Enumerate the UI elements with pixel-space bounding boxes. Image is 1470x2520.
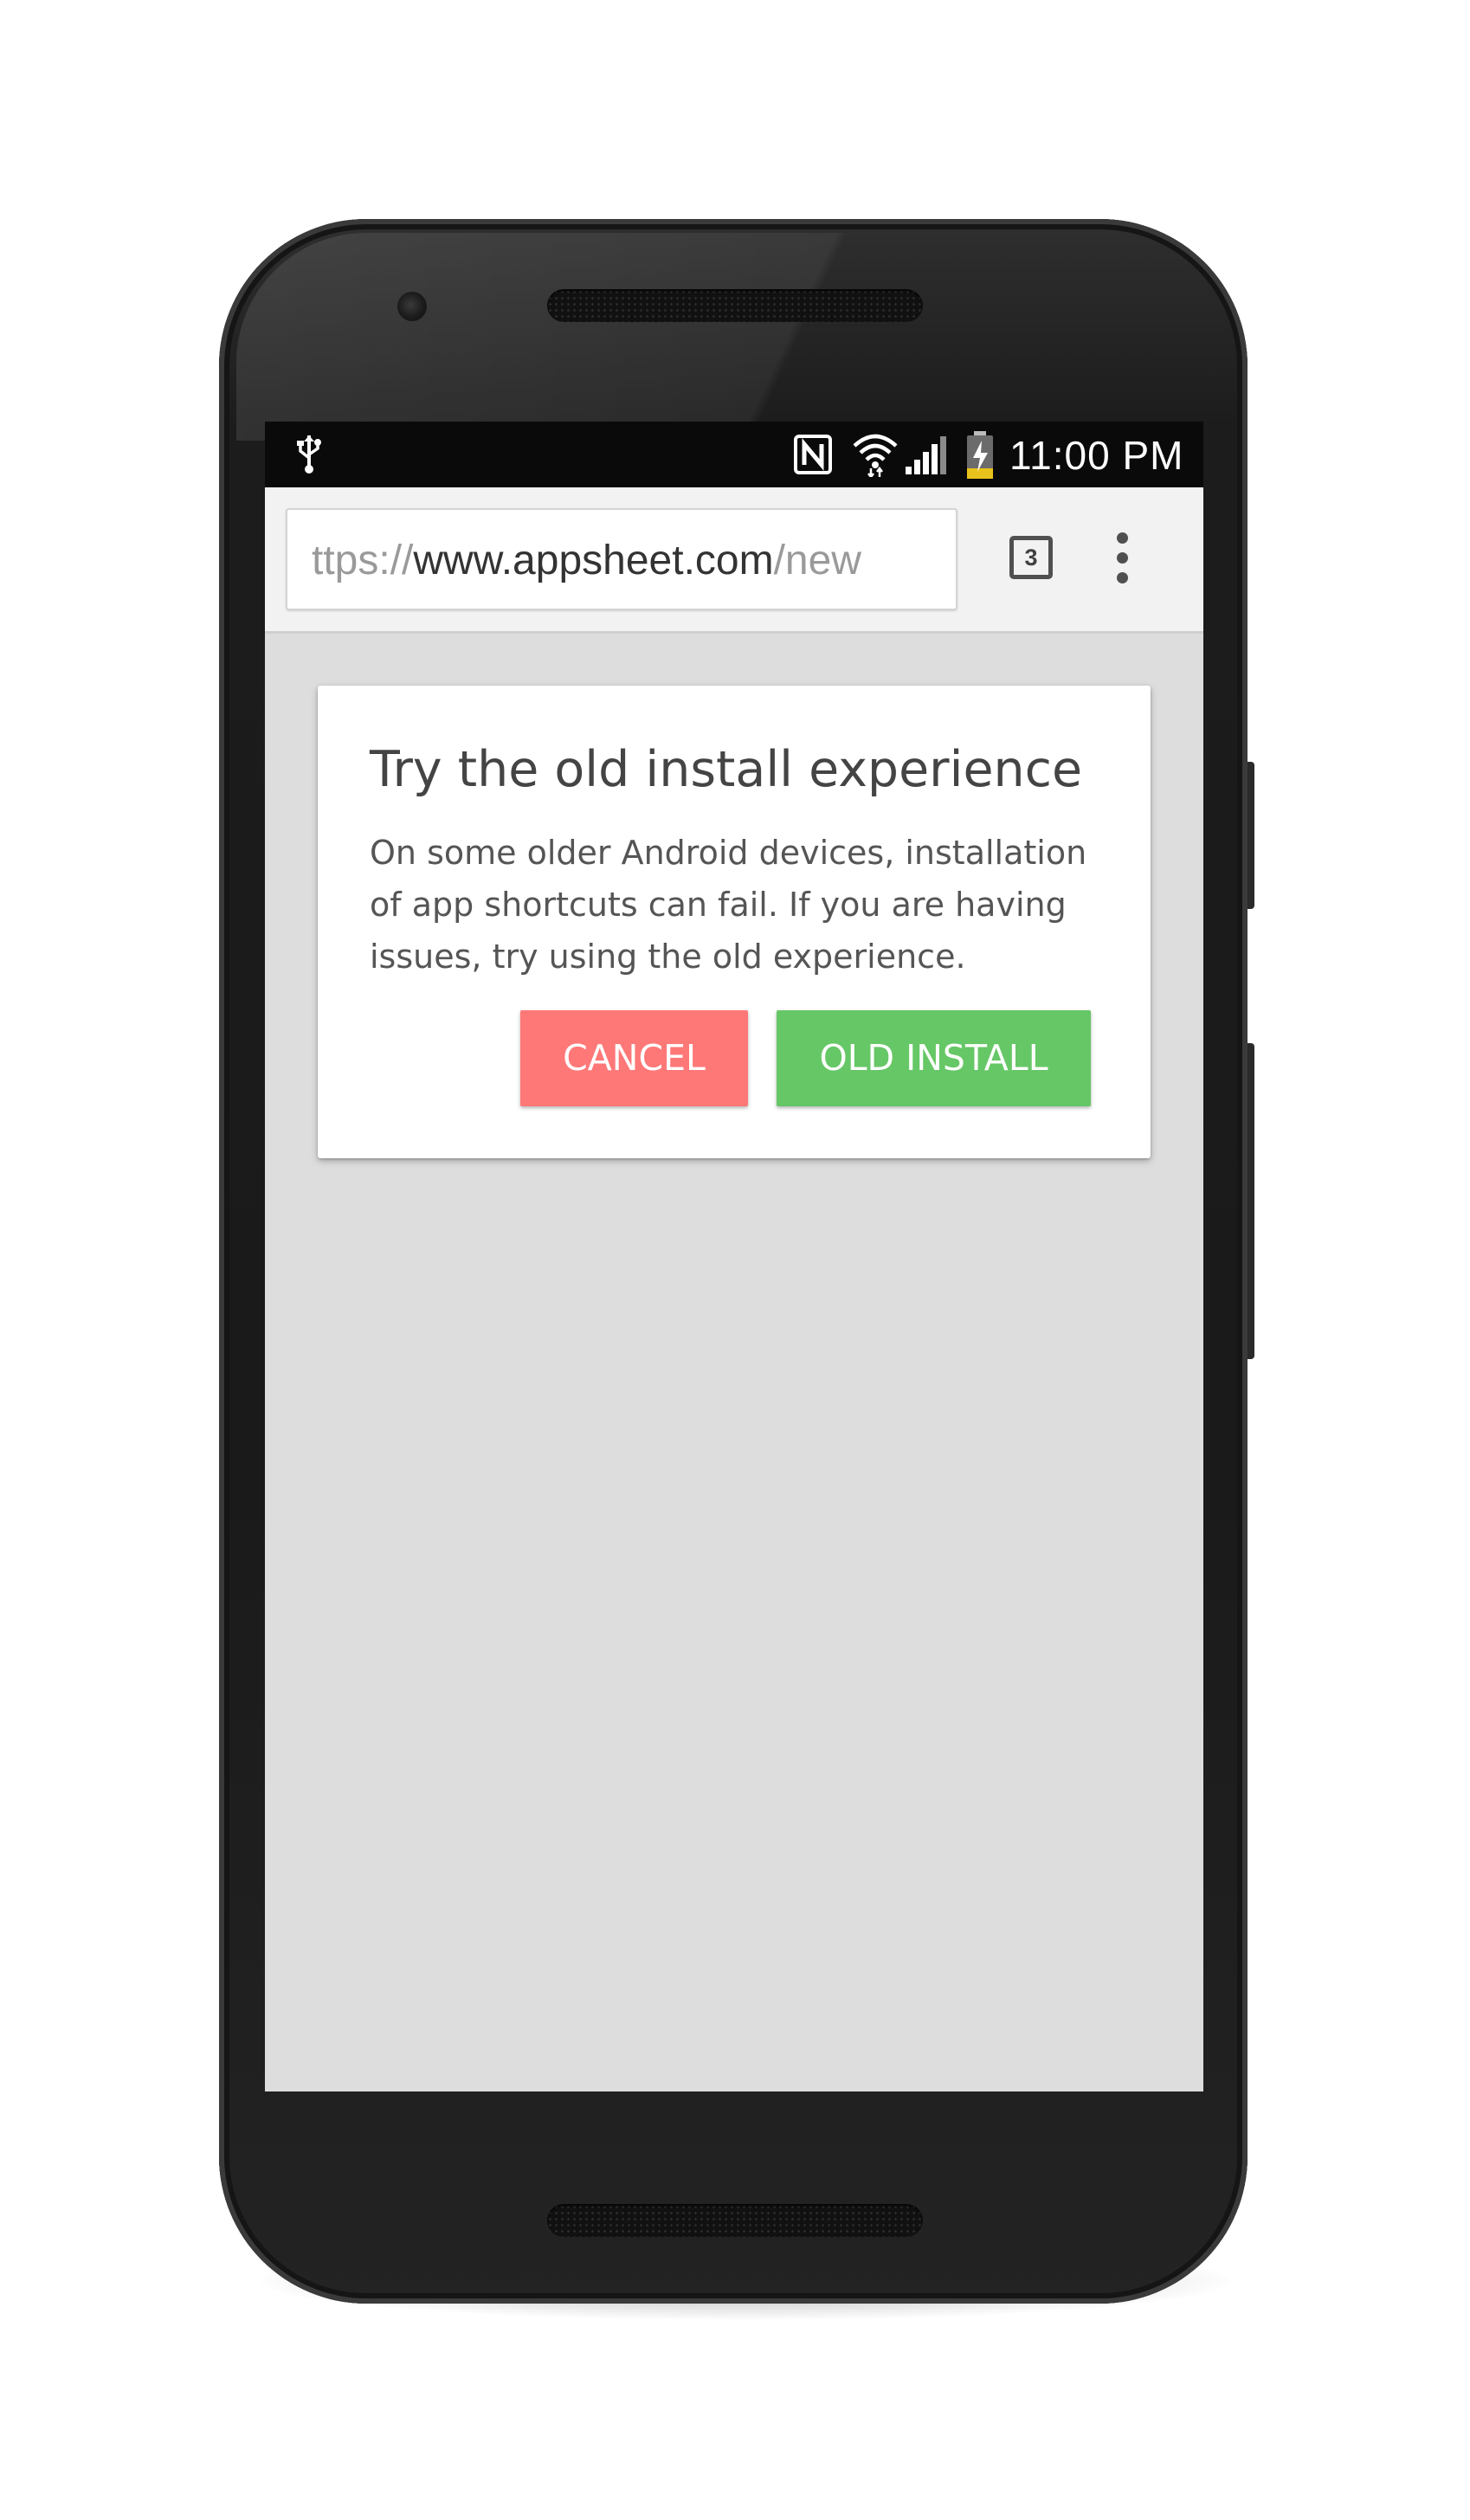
cell-signal-icon (904, 435, 947, 480)
bottom-speaker-grille (547, 2204, 923, 2237)
status-bar: 11:00 PM (265, 422, 1203, 487)
browser-toolbar: ttps://www.appsheet.com/new 3 (265, 487, 1203, 634)
dialog-message: On some older Android devices, installat… (370, 834, 1087, 976)
dialog-title: Try the old install experience (370, 741, 1083, 798)
nfc-icon (793, 434, 833, 480)
url-host: www.appsheet.com (413, 538, 774, 583)
top-speaker-grille (547, 289, 923, 322)
wifi-icon (852, 432, 899, 481)
status-time: 11:00 PM (1009, 433, 1184, 478)
front-camera (397, 292, 427, 321)
device-mockup: 11:00 PM ttps://www.appsheet.com/new 3 T… (0, 0, 1470, 2520)
overflow-menu-icon[interactable] (1112, 532, 1134, 584)
menu-dot (1117, 532, 1128, 544)
address-bar[interactable]: ttps://www.appsheet.com/new (286, 508, 957, 610)
tab-count: 3 (1024, 545, 1038, 570)
menu-dot (1117, 552, 1128, 564)
cancel-button[interactable]: CANCEL (520, 1010, 748, 1106)
menu-dot (1117, 572, 1128, 583)
url-scheme: ttps:// (312, 538, 414, 583)
phone-sheen (236, 233, 1230, 441)
tab-switcher-button[interactable]: 3 (1009, 536, 1053, 579)
battery-charging-icon (964, 430, 996, 485)
usb-icon (296, 434, 322, 480)
old-install-button[interactable]: OLD INSTALL (777, 1010, 1091, 1106)
phone-screen: 11:00 PM ttps://www.appsheet.com/new 3 T… (265, 422, 1203, 2091)
url-path: /new (773, 538, 861, 583)
install-dialog: Try the old install experience On some o… (318, 686, 1151, 1158)
